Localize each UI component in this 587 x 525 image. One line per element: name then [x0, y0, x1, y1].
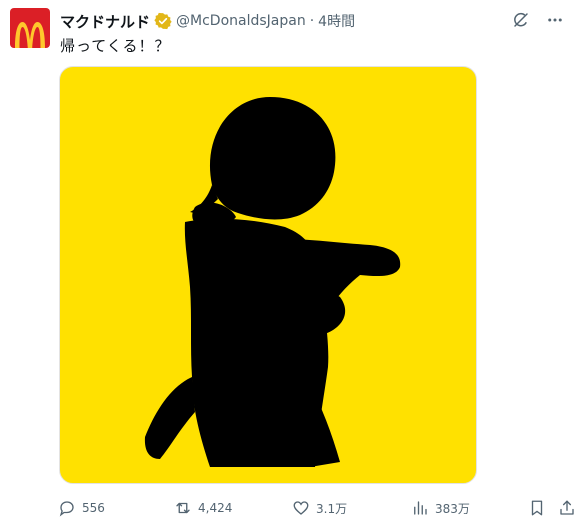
share-icon [560, 500, 574, 515]
post-text: 帰ってくる！？ [60, 37, 171, 55]
views-count: 383万 [435, 501, 470, 516]
post-time[interactable]: 4時間 [318, 11, 355, 31]
author-handle[interactable]: @McDonaldsJapan [176, 13, 306, 29]
avatar[interactable] [10, 8, 50, 48]
reply-button[interactable]: 556 [58, 496, 105, 520]
verified-badge-icon[interactable] [154, 12, 172, 30]
silhouette-image [144, 97, 401, 467]
heart-icon [293, 501, 309, 515]
views-icon [414, 501, 427, 515]
post-action-bar: 556 4,424 3.1万 383万 [58, 496, 578, 520]
repost-count: 4,424 [198, 501, 233, 515]
repost-icon [176, 502, 190, 514]
repost-button[interactable]: 4,424 [174, 496, 232, 520]
separator-dot: · [309, 13, 315, 29]
bookmark-button[interactable] [528, 496, 546, 520]
grok-icon[interactable] [511, 10, 531, 30]
more-icon[interactable] [545, 10, 565, 30]
post-media-image[interactable] [59, 66, 477, 484]
share-button[interactable] [558, 496, 576, 520]
header-actions [511, 10, 565, 30]
bookmark-icon [531, 500, 543, 516]
reply-count: 556 [82, 501, 105, 515]
author-name[interactable]: マクドナルド [60, 11, 150, 32]
reply-icon [59, 501, 74, 517]
post-header: マクドナルド @McDonaldsJapan · 4時間 [60, 10, 577, 32]
mcdonalds-logo-icon [15, 22, 45, 48]
like-button[interactable]: 3.1万 [292, 496, 347, 520]
like-count: 3.1万 [316, 501, 348, 516]
views-button[interactable]: 383万 [411, 496, 470, 520]
